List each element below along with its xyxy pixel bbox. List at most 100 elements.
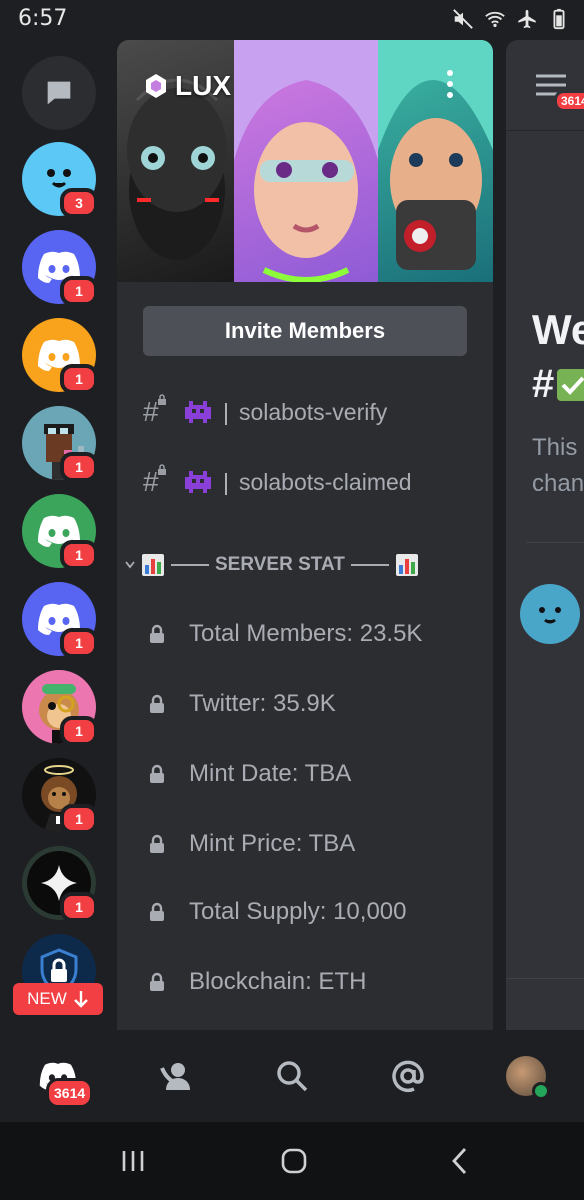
unread-badge: 1 — [60, 628, 98, 658]
lock-icon — [150, 834, 164, 853]
unread-badge: 1 — [60, 716, 98, 746]
lock-icon — [150, 694, 164, 713]
server-sparkle[interactable]: 1 — [22, 846, 98, 922]
server-boost-icon — [146, 74, 166, 98]
stat-label: Total Members: 23.5K — [189, 620, 423, 647]
recent-apps-icon — [122, 1151, 144, 1171]
voice-channel-total-members[interactable]: Total Members: 23.5K — [147, 614, 422, 654]
face-icon — [539, 607, 561, 624]
banner-girl-art — [234, 40, 378, 282]
stat-label: Blockchain: ETH — [189, 968, 367, 995]
nav-search[interactable] — [268, 1052, 316, 1100]
voice-channel-total-supply[interactable]: Total Supply: 10,000 — [147, 892, 407, 932]
bar-chart-icon — [395, 554, 418, 576]
server-monkey[interactable]: 1 — [22, 670, 98, 746]
peek-unread-badge: 3614 — [554, 90, 584, 112]
welcome-channel: # — [532, 362, 584, 407]
mute-icon — [453, 9, 473, 29]
online-status-dot — [532, 1082, 550, 1100]
server-discord-orange[interactable]: 1 — [22, 318, 98, 394]
channel-solabots-verify[interactable]: # | solabots-verify — [143, 392, 387, 432]
desc-line: chan — [532, 470, 584, 497]
battery-icon — [553, 8, 565, 30]
system-nav-bar — [0, 1122, 584, 1200]
unread-badge: 1 — [60, 452, 98, 482]
server-pixel-avatar[interactable]: 1 — [22, 406, 98, 482]
chevron-down-icon — [125, 561, 135, 569]
category-label: SERVER STAT — [215, 554, 345, 575]
clock: 6:57 — [18, 6, 68, 31]
locked-text-channel-icon: # — [143, 394, 179, 428]
bottom-nav: 3614 — [0, 1030, 584, 1122]
banner-mask-art — [378, 40, 493, 282]
alien-monster-icon — [179, 469, 217, 495]
invite-members-button[interactable]: Invite Members — [143, 306, 467, 356]
unread-badge: 1 — [60, 892, 98, 922]
bar-chart-icon — [142, 554, 164, 576]
arrow-down-icon — [73, 991, 88, 1008]
channel-name: solabots-verify — [238, 398, 388, 425]
channel-name: solabots-claimed — [238, 468, 412, 495]
mentions-icon — [392, 1060, 424, 1093]
nav-profile[interactable] — [502, 1052, 550, 1100]
check-box-icon — [557, 368, 584, 401]
home-circle-icon — [281, 1148, 307, 1174]
stat-label: Mint Price: TBA — [189, 830, 356, 857]
server-lion[interactable]: 1 — [22, 758, 98, 834]
back-chevron-icon — [452, 1148, 467, 1174]
chat-header: 3614 — [506, 40, 584, 131]
chat-view-peek[interactable]: 3614 We # This chan — [506, 40, 584, 1030]
server-name[interactable]: LUX — [143, 70, 231, 102]
voice-channel-twitter[interactable]: Twitter: 35.9K — [147, 684, 336, 724]
desc-line: This — [532, 434, 578, 461]
voice-channel-mint-date[interactable]: Mint Date: TBA — [147, 754, 351, 794]
stat-label: Twitter: 35.9K — [189, 690, 336, 717]
server-name-label: LUX — [175, 70, 231, 101]
nav-home[interactable]: 3614 — [34, 1052, 94, 1108]
welcome-title: We — [532, 306, 584, 353]
new-label: NEW — [27, 989, 67, 1008]
lock-icon — [150, 624, 164, 643]
server-rail: 3 1 1 1 1 1 1 1 1 NEW — [0, 40, 117, 1030]
channel-separator: | — [223, 468, 229, 495]
direct-messages-button[interactable] — [22, 56, 96, 130]
stat-label: Total Supply: 10,000 — [189, 898, 407, 925]
friends-icon — [160, 1063, 190, 1090]
server-discord-blurple-2[interactable]: 1 — [22, 582, 98, 658]
back-button[interactable] — [446, 1146, 472, 1176]
server-discord-green[interactable]: 1 — [22, 494, 98, 570]
server-discord-blurple[interactable]: 1 — [22, 230, 98, 306]
category-server-stat[interactable]: SERVER STAT — [125, 548, 419, 582]
channel-solabots-claimed[interactable]: # | solabots-claimed — [143, 462, 412, 502]
voice-channel-blockchain[interactable]: Blockchain: ETH — [147, 962, 366, 1002]
status-bar: 6:57 — [0, 0, 584, 40]
nav-mentions[interactable] — [384, 1052, 432, 1100]
unread-badge: 3 — [60, 188, 98, 218]
chat-bubble-icon — [47, 81, 71, 105]
message-avatar[interactable] — [520, 584, 580, 644]
voice-channel-mint-price[interactable]: Mint Price: TBA — [147, 824, 355, 864]
recent-apps-button[interactable] — [118, 1146, 148, 1176]
search-icon — [277, 1061, 308, 1092]
new-unreads-pill[interactable]: NEW — [13, 983, 103, 1015]
unread-badge: 1 — [60, 804, 98, 834]
channel-hash: # — [532, 362, 555, 406]
server-blue-face[interactable]: 3 — [22, 142, 98, 218]
airplane-icon — [518, 9, 536, 29]
unread-badge: 1 — [60, 364, 98, 394]
lock-icon — [150, 972, 164, 991]
nav-friends[interactable] — [152, 1052, 200, 1100]
composer-edge — [506, 978, 584, 1030]
profile-avatar — [506, 1056, 550, 1100]
divider — [526, 542, 584, 543]
locked-text-channel-icon: # — [143, 464, 179, 498]
home-unread-badge: 3614 — [46, 1078, 94, 1108]
home-button[interactable] — [278, 1146, 310, 1176]
lock-icon — [150, 902, 164, 921]
lock-icon — [150, 764, 164, 783]
alien-monster-icon — [179, 399, 217, 425]
wifi-icon — [485, 11, 505, 28]
server-menu-icon[interactable] — [447, 70, 453, 98]
channel-separator: | — [223, 398, 229, 425]
channel-panel: LUX Invite Members # | solabots-verify #… — [117, 40, 493, 1030]
